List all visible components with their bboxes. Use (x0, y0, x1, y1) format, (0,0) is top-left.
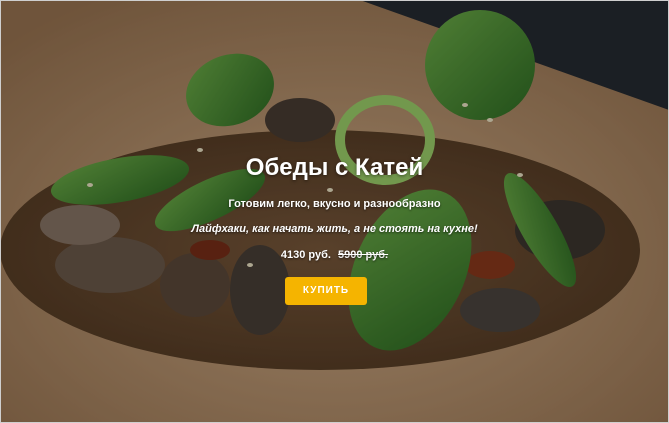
price-current: 4130 руб. (280, 249, 331, 261)
hero-section: Обеды с Катей Готовим легко, вкусно и ра… (0, 0, 669, 423)
hero-subtitle: Готовим легко, вкусно и разнообразно (228, 198, 441, 210)
price-block: 4130 руб. 5900 руб. (0, 249, 669, 261)
hero-content: Обеды с Катей Готовим легко, вкусно и ра… (0, 0, 669, 423)
page-title: Обеды с Катей (245, 154, 424, 181)
price-old: 5900 руб. (338, 249, 389, 261)
buy-button[interactable]: КУПИТЬ (285, 277, 367, 305)
hero-tagline: Лайфхаки, как начать жить, а не стоять н… (191, 223, 478, 235)
